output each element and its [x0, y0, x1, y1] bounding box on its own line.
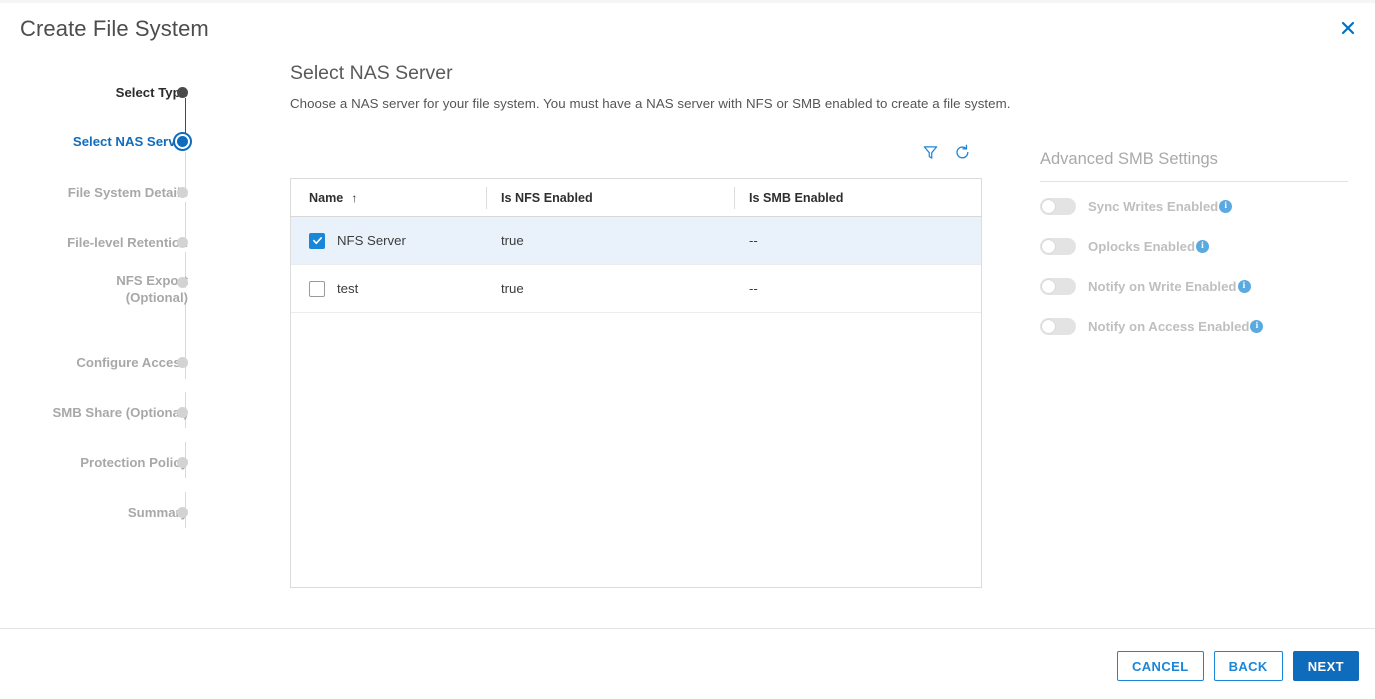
column-divider — [734, 187, 735, 209]
footer-buttons: CANCEL BACK NEXT — [1116, 651, 1359, 681]
row-is-smb-enabled: -- — [749, 281, 758, 296]
toggle-label: Notify on Access Enabled — [1088, 319, 1250, 334]
row-is-smb-enabled: -- — [749, 233, 758, 248]
step-dot — [172, 232, 192, 252]
panel-divider — [1040, 181, 1348, 182]
info-icon[interactable]: i — [1237, 280, 1251, 293]
column-header-is-nfs-enabled[interactable]: Is NFS Enabled — [501, 179, 593, 217]
row-name-label: test — [337, 281, 359, 296]
notify-on-access-toggle[interactable] — [1040, 318, 1076, 335]
row-is-nfs-enabled: true — [501, 281, 524, 296]
toggle-label: Oplocks Enabled — [1088, 239, 1195, 254]
sidebar-item-select-nas-server[interactable]: Select NAS Server — [0, 130, 200, 152]
row-is-nfs-enabled: true — [501, 233, 524, 248]
table-row[interactable]: test true -- — [291, 265, 981, 313]
column-header-label: Name — [309, 191, 344, 205]
step-dot — [172, 272, 192, 292]
info-icon[interactable]: i — [1196, 240, 1209, 253]
column-header-name[interactable]: Name ↑ — [309, 179, 357, 217]
sidebar-item-smb-share[interactable]: SMB Share (Optional) — [0, 401, 200, 423]
section-title: Select NAS Server — [290, 62, 453, 84]
column-header-is-smb-enabled[interactable]: Is SMB Enabled — [749, 179, 843, 217]
close-icon[interactable] — [1337, 17, 1359, 39]
row-name-cell: test — [309, 280, 359, 297]
toggle-label: Sync Writes Enabled — [1088, 199, 1219, 214]
row-checkbox[interactable] — [309, 280, 325, 297]
row-name-cell: NFS Server — [309, 232, 406, 249]
info-icon[interactable]: i — [1250, 320, 1264, 333]
column-header-label: Is NFS Enabled — [501, 191, 593, 205]
step-dot — [172, 452, 192, 472]
back-button[interactable]: BACK — [1213, 651, 1283, 681]
wizard-steps: Select Type Select NAS Server File Syste… — [0, 70, 200, 570]
toggle-row-notify-on-write: Notify on Write Enabled i — [1040, 271, 1348, 302]
row-checkbox[interactable] — [309, 232, 325, 249]
sidebar-item-summary[interactable]: Summary — [0, 501, 200, 523]
sidebar-item-nfs-export[interactable]: NFS Export (Optional) — [0, 272, 200, 314]
sidebar-item-file-system-details[interactable]: File System Details — [0, 181, 200, 203]
section-subtitle: Choose a NAS server for your file system… — [290, 96, 1011, 111]
step-dot — [172, 502, 192, 522]
step-dot — [172, 402, 192, 422]
top-band — [0, 0, 1375, 3]
sidebar-item-configure-access[interactable]: Configure Access — [0, 351, 200, 373]
next-button[interactable]: NEXT — [1292, 651, 1359, 681]
table-row[interactable]: NFS Server true -- — [291, 217, 981, 265]
create-file-system-dialog: Create File System Select Type Select NA… — [0, 0, 1375, 699]
step-dot-active — [172, 131, 192, 151]
notify-on-write-toggle[interactable] — [1040, 278, 1076, 295]
refresh-icon[interactable] — [952, 142, 972, 162]
sync-writes-toggle[interactable] — [1040, 198, 1076, 215]
footer-divider — [0, 628, 1375, 629]
advanced-smb-settings-panel: Advanced SMB Settings Sync Writes Enable… — [1040, 150, 1348, 342]
info-icon[interactable]: i — [1219, 200, 1233, 213]
cancel-button[interactable]: CANCEL — [1116, 651, 1204, 681]
row-name-label: NFS Server — [337, 233, 406, 248]
table-header-row: Name ↑ Is NFS Enabled Is SMB Enabled — [291, 179, 981, 217]
sort-asc-icon: ↑ — [351, 191, 358, 205]
oplocks-toggle[interactable] — [1040, 238, 1076, 255]
page-title: Create File System — [20, 16, 209, 41]
step-dot — [172, 182, 192, 202]
column-divider — [486, 187, 487, 209]
advanced-smb-settings-title: Advanced SMB Settings — [1040, 150, 1218, 168]
column-header-label: Is SMB Enabled — [749, 191, 844, 205]
toggle-row-oplocks: Oplocks Enabled i — [1040, 231, 1348, 262]
filter-icon[interactable] — [920, 142, 940, 162]
step-dot — [172, 82, 192, 102]
toggle-label: Notify on Write Enabled — [1088, 279, 1237, 294]
nas-server-table: Name ↑ Is NFS Enabled Is SMB Enabled NFS… — [290, 178, 982, 588]
sidebar-item-select-type[interactable]: Select Type — [0, 81, 200, 103]
toggle-row-notify-on-access: Notify on Access Enabled i — [1040, 311, 1348, 342]
toggle-row-sync-writes: Sync Writes Enabled i — [1040, 191, 1348, 222]
table-toolbar — [920, 140, 982, 164]
sidebar-item-file-level-retention[interactable]: File-level Retention — [0, 231, 200, 253]
step-dot — [172, 352, 192, 372]
sidebar-item-protection-policy[interactable]: Protection Policy — [0, 451, 200, 473]
